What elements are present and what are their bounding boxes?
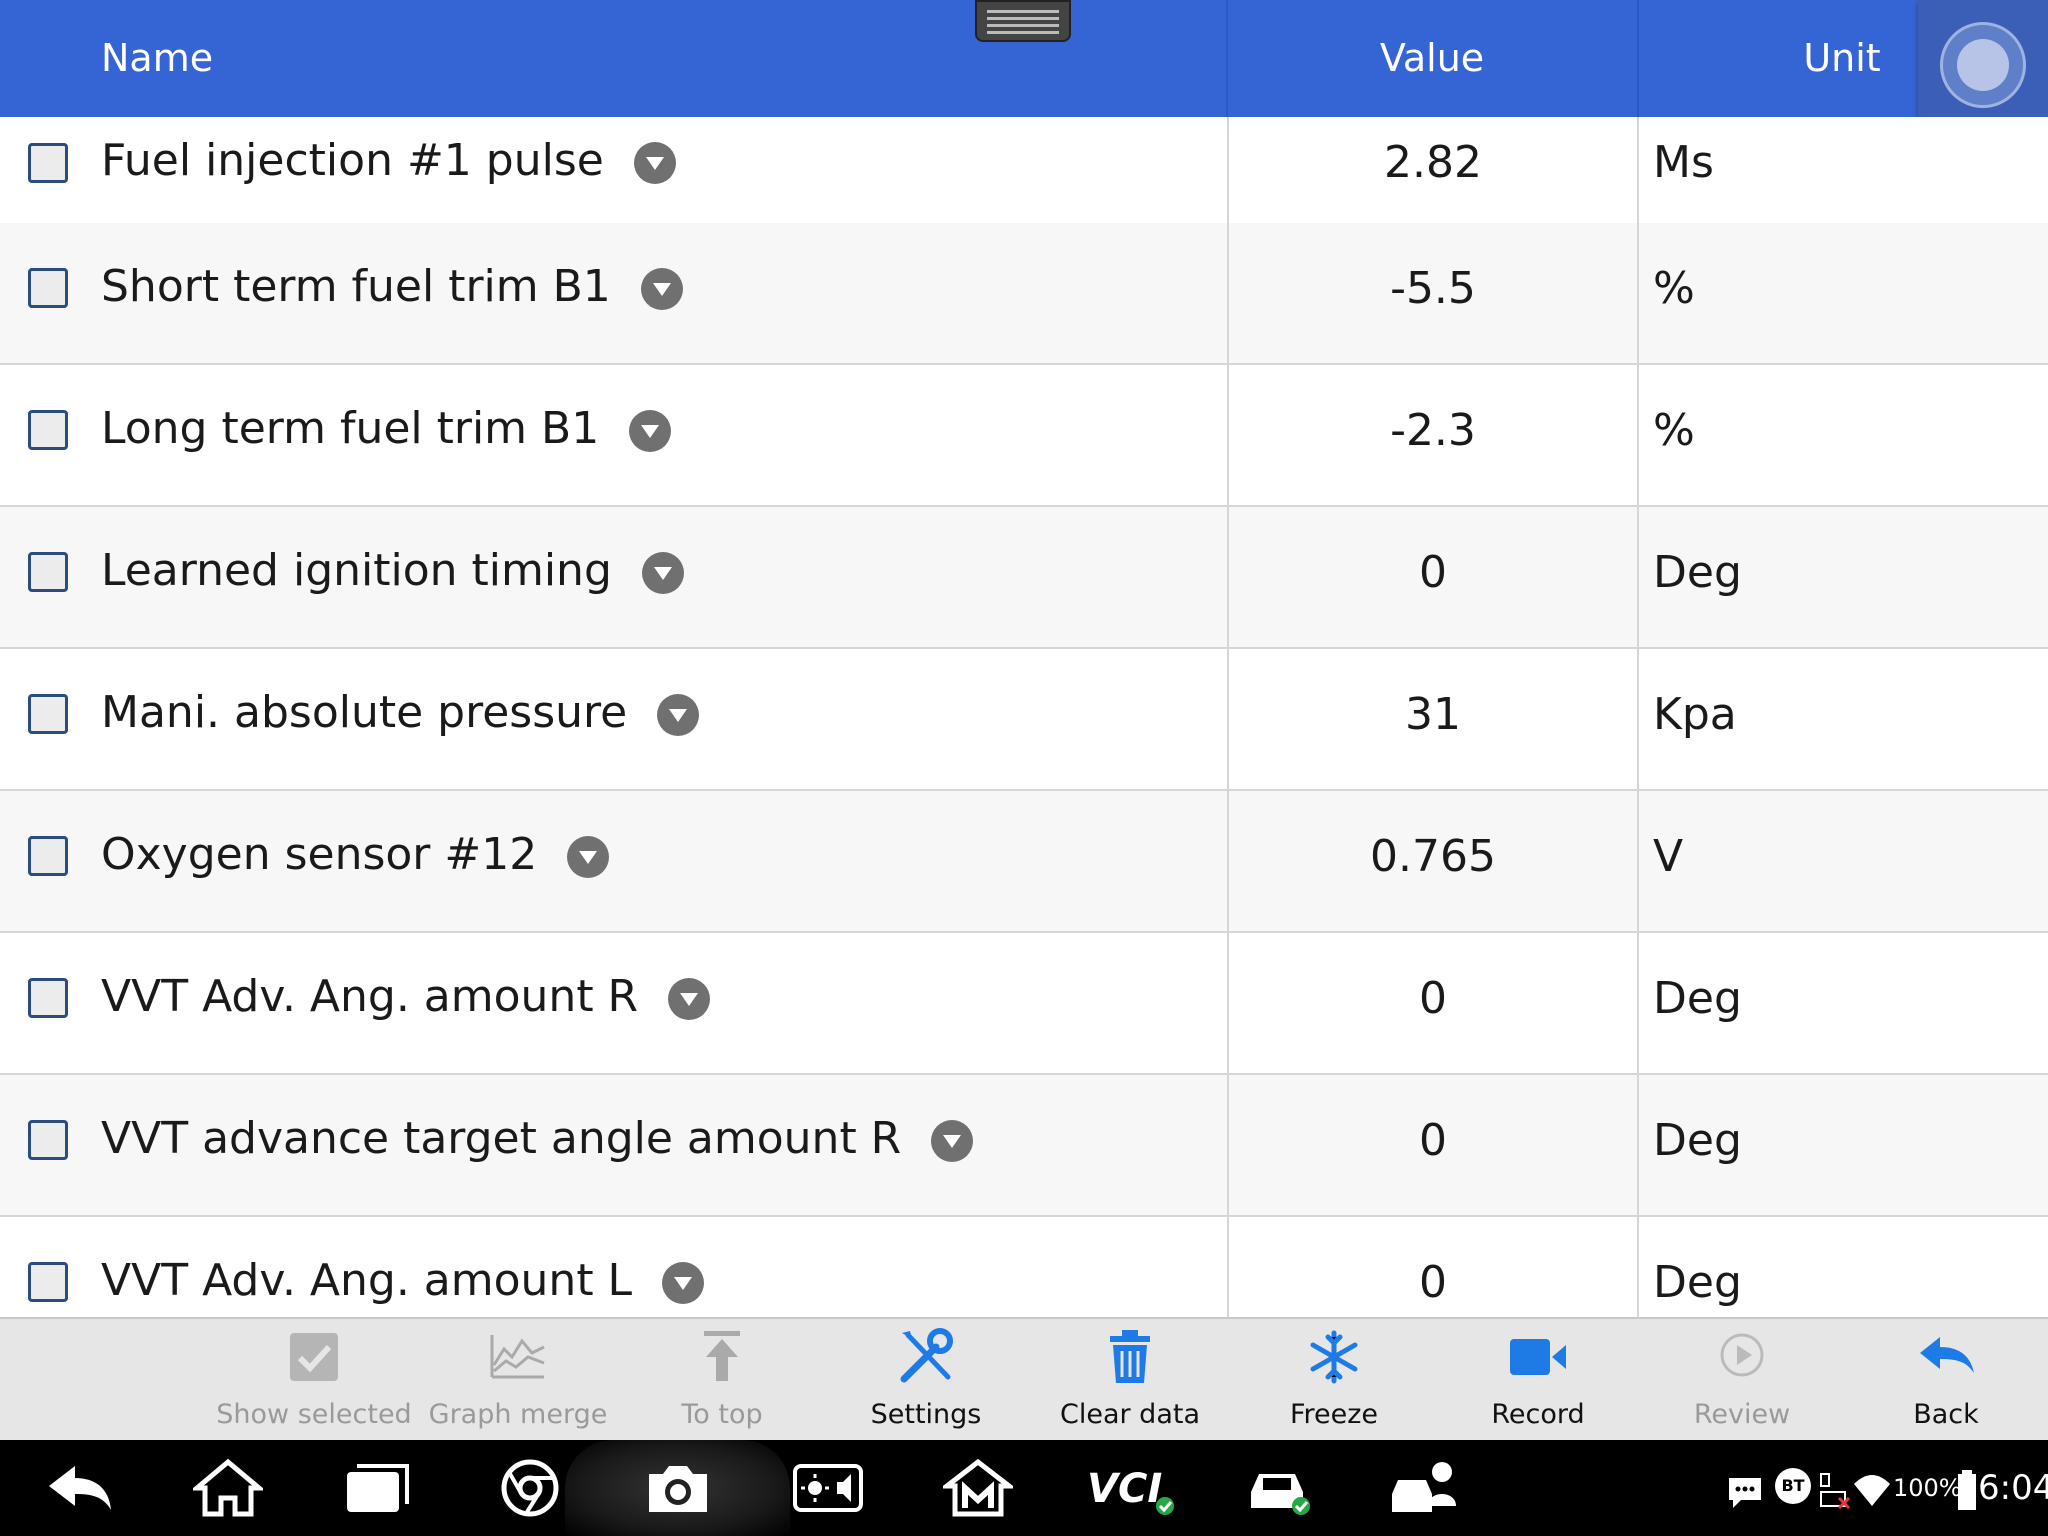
chat-notification-icon: [1729, 1478, 1761, 1508]
table-row[interactable]: VVT Adv. Ang. amount L 0 Deg: [0, 1217, 2048, 1317]
parameter-unit: Deg: [1653, 1257, 1742, 1308]
table-row[interactable]: Short term fuel trim B1 -5.5 %: [0, 223, 2048, 365]
battery-percentage: 100%: [1893, 1474, 1962, 1502]
row-checkbox[interactable]: [28, 410, 68, 450]
graph-merge-button[interactable]: Graph merge: [418, 1319, 618, 1440]
parameter-unit: V: [1653, 831, 1684, 882]
parameter-value: -2.3: [1390, 405, 1476, 456]
screenshot-camera-icon[interactable]: [643, 1458, 713, 1518]
column-header-name[interactable]: Name: [101, 0, 213, 117]
parameter-unit: Kpa: [1653, 689, 1737, 740]
wrench-screwdriver-icon: [900, 1328, 953, 1383]
recent-apps-icon[interactable]: [343, 1458, 413, 1518]
video-camera-icon: [1510, 1339, 1566, 1375]
dropdown-arrow-icon[interactable]: [931, 1120, 974, 1162]
row-checkbox[interactable]: [28, 836, 68, 876]
dropdown-arrow-icon[interactable]: [641, 552, 684, 594]
vehicle-connected-icon[interactable]: [1245, 1458, 1315, 1518]
parameter-unit: Deg: [1653, 973, 1742, 1024]
row-checkbox[interactable]: [28, 268, 68, 308]
header-divider: [1637, 0, 1639, 117]
system-back-icon[interactable]: [45, 1458, 115, 1518]
parameter-name: Oxygen sensor #12: [101, 829, 538, 880]
parameter-name: Mani. absolute pressure: [101, 687, 628, 738]
arrow-up-icon: [704, 1331, 740, 1381]
trash-icon: [1110, 1330, 1150, 1383]
dropdown-arrow-icon[interactable]: [668, 978, 711, 1020]
row-checkbox[interactable]: [28, 978, 68, 1018]
floating-assist-button[interactable]: [1918, 0, 2048, 130]
checkbox-icon: [290, 1333, 338, 1381]
vci-icon[interactable]: VCI: [1085, 1458, 1181, 1518]
table-row[interactable]: Mani. absolute pressure 31 Kpa: [0, 649, 2048, 791]
data-stream-table[interactable]: Fuel injection #1 pulse 2.82 Ms Short te…: [0, 117, 2048, 1317]
parameter-value: 0.765: [1370, 831, 1496, 882]
table-row[interactable]: Long term fuel trim B1 -2.3 %: [0, 365, 2048, 507]
row-checkbox[interactable]: [28, 1262, 68, 1302]
dropdown-arrow-icon[interactable]: [657, 694, 700, 736]
parameter-name: Long term fuel trim B1: [101, 403, 600, 454]
row-checkbox[interactable]: [28, 143, 68, 183]
clear-data-button[interactable]: Clear data: [1030, 1319, 1230, 1440]
parameter-name: VVT Adv. Ang. amount R: [101, 971, 639, 1022]
parameter-value: 31: [1405, 689, 1461, 740]
parameter-value: 0: [1419, 1115, 1447, 1166]
parameter-unit: Deg: [1653, 1115, 1742, 1166]
table-row[interactable]: Learned ignition timing 0 Deg: [0, 507, 2048, 649]
to-top-button[interactable]: To top: [622, 1319, 822, 1440]
remote-expert-icon[interactable]: [1390, 1458, 1460, 1518]
settings-button[interactable]: Settings: [826, 1319, 1026, 1440]
network-disconnected-icon: [1820, 1473, 1851, 1510]
parameter-unit: %: [1653, 405, 1695, 456]
dropdown-arrow-icon[interactable]: [567, 836, 610, 878]
back-button[interactable]: Back: [1846, 1319, 2046, 1440]
system-navigation-bar: VCI BT 100% 6:04: [0, 1440, 2048, 1536]
dropdown-arrow-icon[interactable]: [662, 1262, 705, 1304]
table-row[interactable]: VVT Adv. Ang. amount R 0 Deg: [0, 933, 2048, 1075]
row-checkbox[interactable]: [28, 694, 68, 734]
table-row[interactable]: Oxygen sensor #12 0.765 V: [0, 791, 2048, 933]
back-arrow-icon: [1920, 1337, 1974, 1373]
row-checkbox[interactable]: [28, 1120, 68, 1160]
dropdown-arrow-icon[interactable]: [633, 142, 676, 184]
header-divider: [1226, 0, 1228, 117]
record-button[interactable]: Record: [1438, 1319, 1638, 1440]
bluetooth-status: BT: [1775, 1468, 1811, 1504]
parameter-value: 2.82: [1384, 137, 1482, 188]
svg-text:VCI: VCI: [1087, 1466, 1162, 1512]
parameter-value: 0: [1419, 1257, 1447, 1308]
dropdown-arrow-icon[interactable]: [640, 268, 683, 310]
freeze-button[interactable]: Freeze: [1234, 1319, 1434, 1440]
brightness-volume-icon[interactable]: [793, 1458, 863, 1518]
column-header-value[interactable]: Value: [1227, 0, 1637, 117]
bottom-toolbar: Show selected Graph merge To top Setting…: [0, 1317, 2048, 1440]
chrome-icon[interactable]: [495, 1458, 565, 1518]
graph-icon: [490, 1335, 545, 1379]
maxifix-m-icon[interactable]: [943, 1458, 1013, 1518]
snowflake-icon: [1310, 1330, 1358, 1384]
parameter-unit: %: [1653, 263, 1695, 314]
parameter-unit: Deg: [1653, 547, 1742, 598]
table-row[interactable]: VVT advance target angle amount R 0 Deg: [0, 1075, 2048, 1217]
parameter-name: Fuel injection #1 pulse: [101, 135, 604, 186]
row-checkbox[interactable]: [28, 552, 68, 592]
table-header: Name Value Unit: [0, 0, 2048, 130]
wifi-icon: [1854, 1475, 1890, 1506]
drawer-handle[interactable]: [975, 0, 1071, 42]
play-circle-icon: [1720, 1333, 1764, 1377]
parameter-name: Learned ignition timing: [101, 545, 612, 596]
dropdown-arrow-icon[interactable]: [629, 410, 672, 452]
parameter-unit: Ms: [1653, 137, 1714, 188]
battery-icon: [1958, 1470, 1976, 1510]
parameter-value: 0: [1419, 547, 1447, 598]
show-selected-button[interactable]: Show selected: [214, 1319, 414, 1440]
home-icon[interactable]: [193, 1458, 263, 1518]
parameter-name: Short term fuel trim B1: [101, 261, 611, 312]
review-button[interactable]: Review: [1642, 1319, 1842, 1440]
parameter-value: 0: [1419, 973, 1447, 1024]
clock: 6:04: [1978, 1468, 2048, 1508]
parameter-name: VVT Adv. Ang. amount L: [101, 1255, 633, 1306]
parameter-value: -5.5: [1390, 263, 1476, 314]
parameter-name: VVT advance target angle amount R: [101, 1113, 902, 1164]
